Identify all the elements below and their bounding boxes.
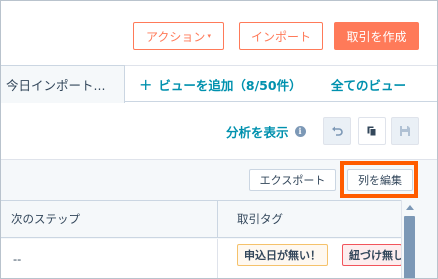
cell-next-step: -- [13, 252, 22, 266]
column-header-deal-tags[interactable]: 取引タグ [237, 201, 283, 237]
undo-button[interactable] [323, 117, 351, 145]
all-views-link[interactable]: 全てのビュー [331, 66, 406, 102]
actions-label: アクション [146, 29, 206, 44]
save-icon [400, 126, 410, 136]
create-deal-button[interactable]: 取引を作成 [334, 22, 419, 50]
chevron-down-icon: ▾ [207, 32, 211, 40]
app-frame: アクション ▾ インポート 取引を作成 今日インポート... + ビューを追加（… [0, 0, 438, 279]
info-icon[interactable]: i [294, 125, 306, 137]
actions-dropdown-button[interactable]: アクション ▾ [133, 22, 224, 50]
vertical-scrollbar[interactable] [401, 200, 417, 278]
add-view-label: ビューを追加（8/50件） [158, 77, 302, 93]
column-divider[interactable] [217, 201, 218, 237]
table-row: -- [1, 239, 401, 278]
show-analysis-label: 分析を表示 [226, 124, 289, 140]
save-view-button[interactable] [391, 117, 419, 145]
export-button[interactable]: エクスポート [249, 169, 336, 191]
column-divider [217, 239, 218, 278]
import-button[interactable]: インポート [239, 22, 323, 50]
scroll-up-arrow-icon[interactable] [406, 205, 414, 210]
tag-no-association[interactable]: 紐づけ無し [342, 244, 402, 266]
view-tabs: 今日インポート... + ビューを追加（8/50件） 全てのビュー [1, 65, 437, 103]
add-view-button[interactable]: + ビューを追加（8/50件） [139, 66, 302, 102]
scrollbar-thumb[interactable] [404, 216, 415, 278]
undo-icon [332, 126, 343, 136]
copy-icon [367, 126, 377, 137]
column-header-next-step[interactable]: 次のステップ [11, 201, 80, 237]
highlight-box [340, 161, 418, 198]
table-header: 次のステップ 取引タグ [1, 200, 401, 238]
tag-no-application-date[interactable]: 申込日が無い！ [237, 244, 328, 266]
show-analysis-link[interactable]: 分析を表示 i [226, 122, 306, 140]
clone-view-button[interactable] [358, 117, 386, 145]
plus-icon: + [139, 74, 153, 94]
tab-today-import[interactable]: 今日インポート... [1, 65, 125, 103]
